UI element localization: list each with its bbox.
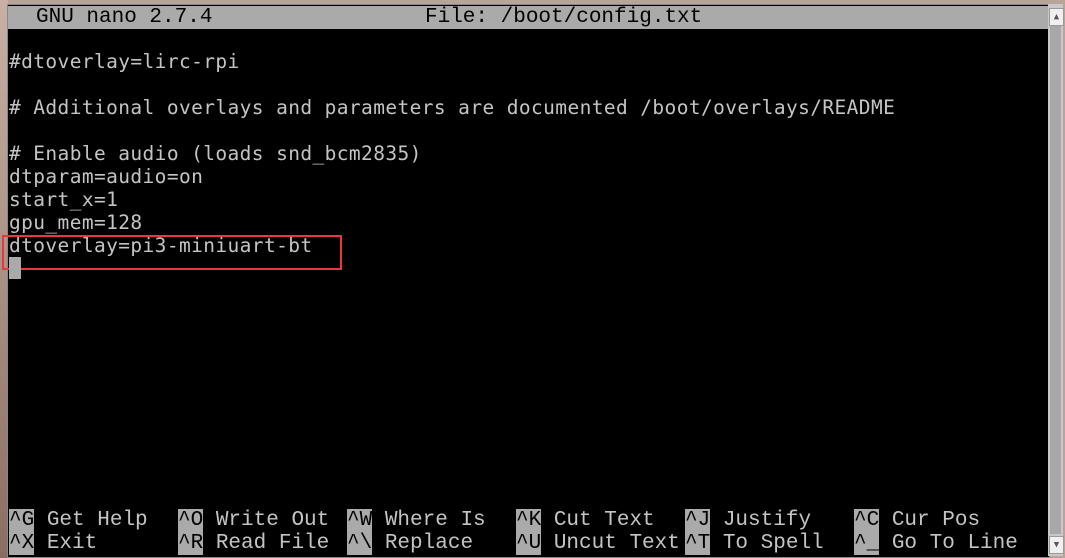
- shortcut-get-help[interactable]: ^G Get Help: [9, 509, 148, 532]
- shortcut-label: Justify: [722, 509, 812, 532]
- scrollbar[interactable]: ▲ ▼: [1048, 4, 1064, 556]
- shortcut-label: Replace: [384, 532, 474, 555]
- app-version: GNU nano 2.7.4: [36, 6, 213, 29]
- shortcut-key: ^W: [347, 509, 373, 532]
- shortcut-write-out[interactable]: ^O Write Out: [178, 509, 329, 532]
- shortcut-key: ^R: [178, 532, 204, 555]
- editor-line: dtparam=audio=on: [9, 165, 204, 188]
- shortcut-key: ^U: [516, 532, 542, 555]
- nano-titlebar: GNU nano 2.7.4 File: /boot/config.txt: [8, 6, 1049, 29]
- shortcut-label: Read File: [215, 532, 330, 555]
- editor-line: # Enable audio (loads snd_bcm2835): [9, 142, 422, 165]
- shortcut-key: ^T: [685, 532, 711, 555]
- shortcut-go-to-line[interactable]: ^_ Go To Line: [854, 532, 1018, 555]
- shortcut-key: ^G: [9, 509, 35, 532]
- shortcut-label: Get Help: [46, 509, 148, 532]
- shortcut-label: Where Is: [384, 509, 486, 532]
- scrollbar-thumb[interactable]: [1050, 26, 1061, 534]
- editor-line: start_x=1: [9, 188, 119, 211]
- shortcut-key: ^X: [9, 532, 35, 555]
- shortcut-key: ^O: [178, 509, 204, 532]
- editor-line: #dtoverlay=lirc-rpi: [9, 50, 240, 73]
- file-name: File: /boot/config.txt: [425, 6, 703, 29]
- shortcut-read-file[interactable]: ^R Read File: [178, 532, 329, 555]
- terminal-window[interactable]: GNU nano 2.7.4 File: /boot/config.txt #d…: [2, 4, 1050, 558]
- scroll-down-arrow-icon[interactable]: ▼: [1049, 536, 1064, 554]
- shortcut-exit[interactable]: ^X Exit: [9, 532, 97, 555]
- text-cursor: [9, 257, 21, 279]
- highlight-box: [2, 235, 342, 270]
- shortcut-label: Cur Pos: [891, 509, 981, 532]
- shortcut-label: Exit: [46, 532, 98, 555]
- shortcut-key: ^\: [347, 532, 373, 555]
- shortcut-label: Cut Text: [553, 509, 655, 532]
- shortcut-cur-pos[interactable]: ^C Cur Pos: [854, 509, 980, 532]
- shortcut-label: Uncut Text: [553, 532, 680, 555]
- shortcut-key: ^K: [516, 509, 542, 532]
- shortcut-uncut-text[interactable]: ^U Uncut Text: [516, 532, 680, 555]
- shortcut-justify[interactable]: ^J Justify: [685, 509, 811, 532]
- shortcut-replace[interactable]: ^\ Replace: [347, 532, 473, 555]
- shortcut-key: ^_: [854, 532, 880, 555]
- shortcut-label: Write Out: [215, 509, 330, 532]
- shortcut-to-spell[interactable]: ^T To Spell: [685, 532, 824, 555]
- shortcut-label: To Spell: [722, 532, 824, 555]
- editor-line: # Additional overlays and parameters are…: [9, 96, 896, 119]
- shortcut-label: Go To Line: [891, 532, 1018, 555]
- scroll-up-arrow-icon[interactable]: ▲: [1049, 8, 1064, 26]
- shortcut-key: ^C: [854, 509, 880, 532]
- shortcut-key: ^J: [685, 509, 711, 532]
- editor-line: gpu_mem=128: [9, 211, 143, 234]
- shortcut-where-is[interactable]: ^W Where Is: [347, 509, 486, 532]
- shortcut-cut-text[interactable]: ^K Cut Text: [516, 509, 655, 532]
